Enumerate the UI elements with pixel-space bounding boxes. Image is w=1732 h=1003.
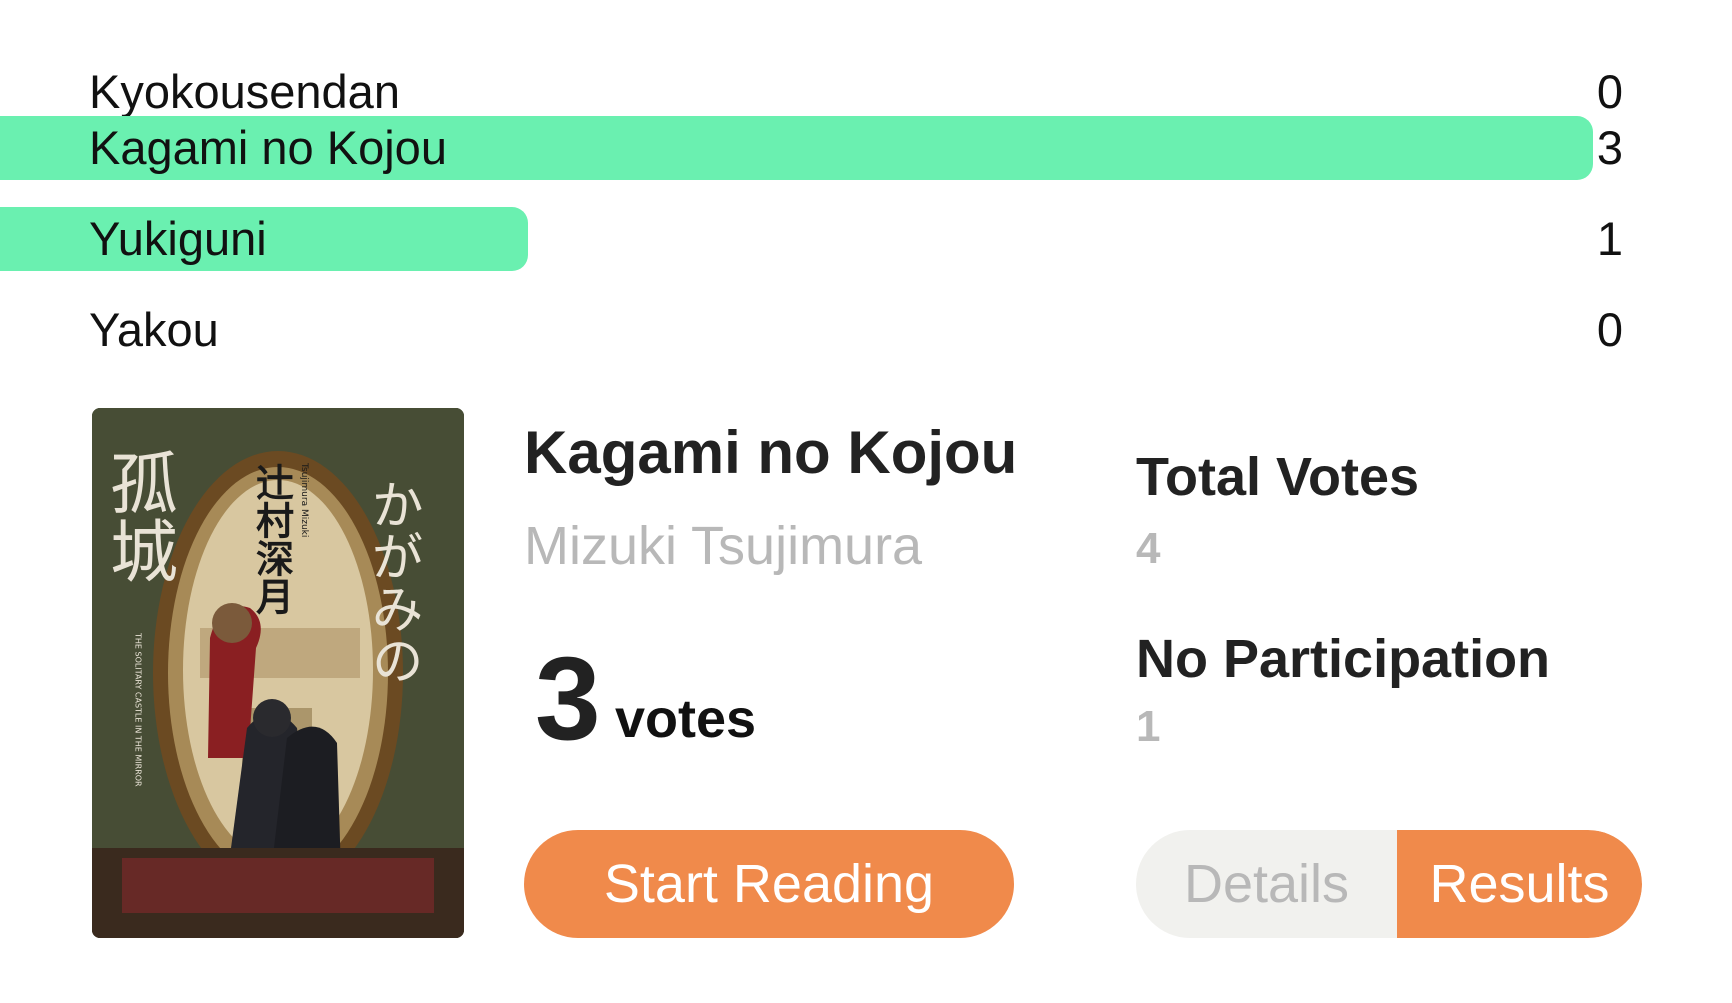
book-cover-illustration: かがみの 孤城 辻村深月 Tsujimura Mizuki THE SOLITA…: [92, 408, 464, 938]
cover-title-kana: かがみの: [362, 478, 422, 686]
no-participation-value: 1: [1136, 702, 1161, 751]
cover-author-kanji: 辻村深月: [250, 463, 295, 616]
details-results-toggle: Details Results: [1136, 830, 1642, 938]
poll-option-row[interactable]: Yakou 0: [0, 298, 1732, 362]
poll-option-row[interactable]: Kyokousendan 0: [0, 60, 1732, 124]
poll-option-row[interactable]: Kagami no Kojou 3: [0, 116, 1732, 180]
cover-subtitle: THE SOLITARY CASTLE IN THE MIRROR: [134, 632, 143, 787]
book-author: Mizuki Tsujimura: [524, 516, 923, 576]
poll-option-label: Kyokousendan: [89, 65, 400, 118]
poll-option-label: Kagami no Kojou: [89, 121, 447, 174]
poll-option-row[interactable]: Yukiguni 1: [0, 207, 1732, 271]
poll-results: Kyokousendan 0 Kagami no Kojou 3 Yukigun…: [0, 0, 1732, 380]
book-cover-image[interactable]: かがみの 孤城 辻村深月 Tsujimura Mizuki THE SOLITA…: [92, 408, 464, 938]
cover-title-kanji: 孤城: [98, 448, 177, 584]
vote-count-unit: votes: [615, 689, 757, 749]
total-votes-value: 4: [1136, 524, 1161, 573]
start-reading-button[interactable]: Start Reading: [524, 830, 1014, 938]
poll-option-count: 0: [1596, 303, 1624, 356]
total-votes-label: Total Votes: [1136, 447, 1420, 507]
vote-count-number: 3: [535, 633, 601, 765]
no-participation-label: No Participation: [1136, 629, 1551, 689]
poll-option-count: 1: [1596, 212, 1624, 265]
poll-option-count: 3: [1596, 121, 1624, 174]
cover-author-romaji: Tsujimura Mizuki: [299, 462, 309, 537]
tab-details[interactable]: Details: [1136, 830, 1397, 938]
book-title: Kagami no Kojou: [524, 419, 1018, 486]
poll-option-label: Yakou: [89, 303, 219, 356]
poll-option-label: Yukiguni: [89, 212, 267, 265]
poll-option-count: 0: [1596, 65, 1624, 118]
tab-results[interactable]: Results: [1397, 830, 1642, 938]
